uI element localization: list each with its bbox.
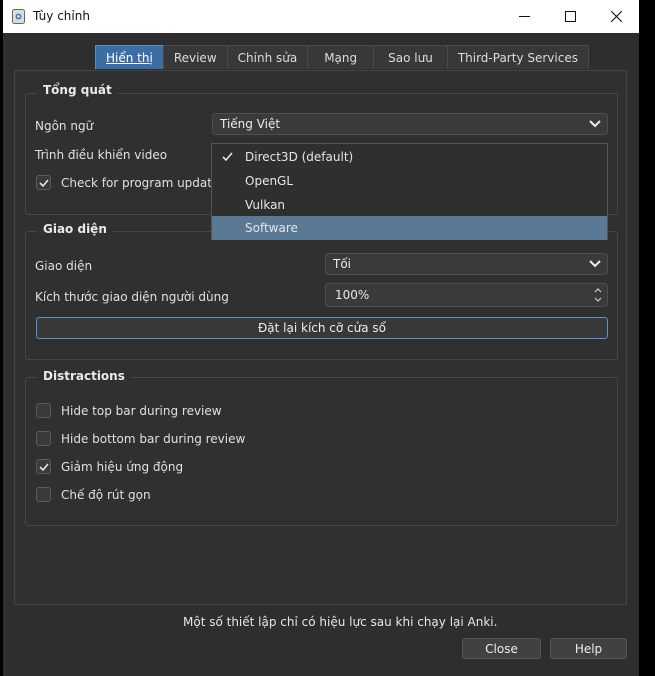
restart-note: Một số thiết lập chỉ có hiệu lực sau khi… (183, 615, 498, 629)
chevron-down-icon (589, 120, 601, 128)
tab-editing[interactable]: Chỉnh sửa (226, 45, 309, 69)
hide-bottom-bar-checkbox[interactable] (36, 431, 51, 446)
distractions-group (25, 377, 618, 526)
tab-review[interactable]: Review (162, 45, 228, 69)
appearance-group-title: Giao diện (37, 222, 113, 236)
spin-arrows-icon[interactable] (593, 286, 603, 304)
checkmark-icon (39, 179, 49, 188)
language-label: Ngôn ngữ (35, 119, 94, 133)
distractions-group-title: Distractions (37, 369, 131, 383)
theme-label: Giao diện (35, 259, 93, 273)
language-select[interactable]: Tiếng Việt (212, 113, 608, 135)
dropdown-option-direct3d[interactable]: Direct3D (default) (212, 145, 607, 169)
chevron-down-icon (589, 260, 601, 268)
close-window-button[interactable] (593, 0, 639, 33)
maximize-button[interactable] (547, 0, 593, 33)
reduce-motion-label: Giảm hiệu ứng động (61, 460, 184, 474)
reset-window-sizes-button[interactable]: Đặt lại kích cỡ cửa sổ (36, 317, 608, 339)
maximize-icon (564, 11, 576, 22)
checkmark-icon (39, 463, 49, 472)
tab-third-party-services[interactable]: Third-Party Services (446, 45, 589, 69)
close-icon (610, 11, 622, 22)
video-driver-label: Trình điều khiển video (35, 148, 168, 162)
dropdown-option-vulkan[interactable]: Vulkan (212, 193, 607, 217)
theme-value: Tối (333, 257, 352, 271)
hide-bottom-bar-label: Hide bottom bar during review (61, 432, 246, 446)
title-bar[interactable]: Tùy chỉnh (3, 0, 639, 33)
dropdown-option-opengl[interactable]: OpenGL (212, 169, 607, 193)
anki-app-icon (12, 9, 25, 24)
tab-bar: Hiển thị Review Chỉnh sửa Mạng Sao lưu T… (95, 45, 589, 70)
window-title: Tùy chỉnh (33, 9, 90, 23)
check-updates-checkbox[interactable] (36, 175, 51, 190)
ui-size-spinbox[interactable]: 100% (325, 283, 608, 307)
minimize-icon (518, 16, 530, 17)
close-button[interactable]: Close (462, 638, 541, 659)
language-value: Tiếng Việt (220, 117, 281, 131)
hide-top-bar-label: Hide top bar during review (61, 404, 222, 418)
tab-network[interactable]: Mạng (307, 45, 375, 69)
minimalist-mode-checkbox[interactable] (36, 487, 51, 502)
checkmark-icon (222, 152, 233, 162)
video-driver-dropdown: Direct3D (default) OpenGL Vulkan Softwar… (211, 143, 608, 240)
check-updates-label: Check for program updates (61, 176, 226, 190)
tab-display[interactable]: Hiển thị (95, 45, 164, 69)
tab-backup[interactable]: Sao lưu (373, 45, 448, 69)
minimalist-mode-label: Chế độ rút gọn (61, 488, 151, 502)
minimize-button[interactable] (501, 0, 547, 33)
ui-size-label: Kích thước giao diện người dùng (35, 290, 229, 304)
theme-select[interactable]: Tối (325, 253, 608, 275)
reduce-motion-checkbox[interactable] (36, 459, 51, 474)
preferences-window: Tùy chỉnh Hiển thị Review Chỉnh sửa Mạng… (3, 0, 639, 676)
ui-size-value: 100% (335, 288, 370, 302)
dropdown-option-software[interactable]: Software (212, 216, 607, 240)
help-button[interactable]: Help (550, 638, 627, 659)
general-group-title: Tổng quát (37, 83, 118, 97)
hide-top-bar-checkbox[interactable] (36, 403, 51, 418)
